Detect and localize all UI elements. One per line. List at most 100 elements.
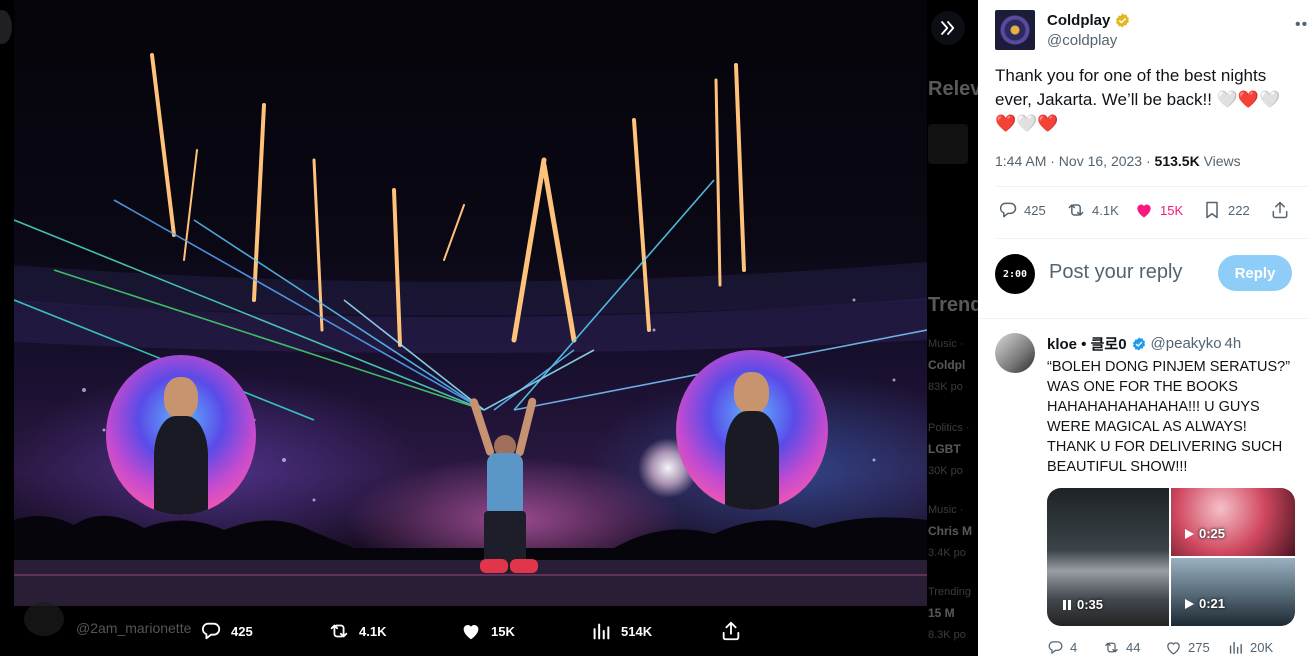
tweet-timestamp[interactable]: 1:44 AM · Nov 16, 2023 · xyxy=(995,153,1155,169)
tweet-stats-bar: 425 4.1K 15K 222 xyxy=(998,200,1288,224)
author-handle[interactable]: @coldplay xyxy=(1047,32,1117,49)
media-share-button[interactable] xyxy=(720,620,742,642)
media-viewer: Relev Trend Music · Coldpl 83K po Politi… xyxy=(0,0,978,656)
divider xyxy=(978,318,1309,319)
relevant-avatar xyxy=(928,124,968,164)
author-name-row[interactable]: Coldplay xyxy=(1047,12,1131,29)
media-views-button[interactable]: 514K xyxy=(590,620,652,642)
current-user-avatar[interactable]: 2:00 xyxy=(995,254,1035,294)
author-name: Coldplay xyxy=(1047,12,1111,29)
pause-icon xyxy=(1063,599,1071,610)
media-reply-count: 425 xyxy=(231,623,253,639)
bookmark-button[interactable]: 222 xyxy=(1202,200,1250,220)
reply-text: “BOLEH DONG PINJEM SERATUS?” WAS ONE FOR… xyxy=(1047,359,1291,475)
reply-author-avatar[interactable] xyxy=(995,333,1035,373)
trend-count: 3.4K po xyxy=(928,547,966,559)
bookmark-count: 222 xyxy=(1228,202,1250,218)
underlay-avatar xyxy=(24,602,64,636)
double-chevron-right-icon xyxy=(941,21,955,35)
reply-time[interactable]: 4h xyxy=(1225,335,1242,352)
reply-count: 425 xyxy=(1024,202,1046,218)
play-icon xyxy=(1185,528,1194,539)
media-like-button[interactable]: 15K xyxy=(460,620,515,642)
reply-like-button[interactable]: 275 xyxy=(1165,639,1210,656)
reply-submit-button[interactable]: Reply xyxy=(1218,255,1292,291)
reply-video-2[interactable]: 0:25 xyxy=(1171,488,1295,556)
bookmark-icon xyxy=(1206,201,1218,219)
trend-title: Coldpl xyxy=(928,358,966,372)
reply-author-handle[interactable]: @peakykokc xyxy=(1151,335,1221,352)
reply-button[interactable]: 425 xyxy=(998,200,1046,220)
heart-icon xyxy=(463,625,479,640)
author-avatar[interactable] xyxy=(995,10,1035,50)
trend-category: Music · xyxy=(928,338,964,350)
heart-icon xyxy=(1167,642,1180,655)
relevant-heading: Relev xyxy=(928,78,978,100)
reply-video-3[interactable]: 0:21 xyxy=(1171,558,1295,626)
tweet-views-label: Views xyxy=(1199,153,1241,169)
media-reply-button[interactable]: 425 xyxy=(200,620,253,642)
reply-like-count: 275 xyxy=(1188,640,1210,655)
reply-header: kloe • 클로0 @peakykokc 4h xyxy=(1047,333,1241,354)
heart-filled-icon xyxy=(1137,204,1151,218)
tweet-text-line: Thank you for one of the best nights xyxy=(995,66,1267,85)
concert-photo[interactable] xyxy=(14,0,927,606)
expand-panel-button[interactable] xyxy=(931,11,965,45)
left-video-screen xyxy=(106,355,256,515)
reply-stats-bar: 4 44 275 20K xyxy=(1047,639,1307,656)
share-icon xyxy=(1272,201,1288,219)
like-button[interactable]: 15K xyxy=(1134,200,1183,220)
tweet-text-line: ever, Jakarta. We’ll be back!! 🤍❤️🤍 xyxy=(995,90,1281,109)
tweet-views-count: 513.5K xyxy=(1154,153,1200,169)
like-count: 15K xyxy=(1160,202,1184,218)
reply-video-1[interactable]: 0:35 xyxy=(1047,488,1169,626)
trend-count: 8.3K po xyxy=(928,629,966,641)
media-like-count: 15K xyxy=(491,623,515,639)
reply-repost-count: 44 xyxy=(1126,640,1141,655)
tweet-meta: 1:44 AM · Nov 16, 2023 · 513.5K Views xyxy=(995,153,1241,169)
video-duration: 0:25 xyxy=(1183,526,1225,541)
repost-icon xyxy=(1068,204,1084,216)
underlay-handle: @2am_marionette xyxy=(76,620,192,636)
more-options-icon[interactable]: ••• xyxy=(1295,16,1309,34)
views-chart-icon xyxy=(1229,641,1242,654)
verified-badge-icon xyxy=(1116,13,1130,28)
share-icon xyxy=(722,621,740,641)
media-action-bar: 425 4.1K 15K 514K xyxy=(180,612,760,652)
reply-composer: 2:00 Post your reply Reply xyxy=(995,252,1295,296)
reply-icon xyxy=(201,622,221,640)
repost-count: 4.1K xyxy=(1092,202,1119,218)
video-duration: 0:21 xyxy=(1183,596,1225,611)
close-viewer-button[interactable] xyxy=(0,10,12,44)
trend-category: Music · xyxy=(928,504,964,516)
reply-repost-button[interactable]: 44 xyxy=(1103,639,1140,656)
reply-views-button[interactable]: 20K xyxy=(1227,639,1273,656)
tweet-text-line: ❤️🤍❤️ xyxy=(995,114,1059,133)
singer-figure xyxy=(468,395,540,580)
repost-button[interactable]: 4.1K xyxy=(1066,200,1119,220)
tweet-header: Coldplay @coldplay ••• xyxy=(995,10,1309,50)
media-repost-button[interactable]: 4.1K xyxy=(328,620,386,642)
trend-title: Chris M xyxy=(928,524,973,538)
reply-author-name[interactable]: kloe • 클로0 xyxy=(1047,333,1127,354)
reply-icon xyxy=(999,202,1017,218)
repost-icon xyxy=(1105,642,1118,653)
trends-heading: Trend xyxy=(928,294,978,316)
tweet-text: Thank you for one of the best nights eve… xyxy=(995,64,1295,136)
divider xyxy=(995,238,1309,239)
tweet-detail-panel: Coldplay @coldplay ••• Thank you for one… xyxy=(978,0,1309,656)
views-chart-icon xyxy=(593,623,610,640)
trend-title: 15 M xyxy=(928,606,955,620)
media-views-count: 514K xyxy=(621,623,653,639)
reply-media-grid: 0:35 0:25 0:21 xyxy=(1047,488,1295,626)
share-button[interactable] xyxy=(1270,200,1290,220)
app-root: Relev Trend Music · Coldpl 83K po Politi… xyxy=(0,0,1309,656)
trend-title: LGBT xyxy=(928,442,961,456)
background-sidebar: Relev Trend Music · Coldpl 83K po Politi… xyxy=(920,0,978,656)
divider xyxy=(995,186,1309,187)
reply-reply-button[interactable]: 4 xyxy=(1047,639,1077,656)
verified-badge-icon xyxy=(1132,336,1145,351)
reply-input[interactable]: Post your reply xyxy=(1049,261,1182,284)
trend-category: Trending xyxy=(928,586,972,598)
video-duration: 0:35 xyxy=(1061,597,1103,612)
